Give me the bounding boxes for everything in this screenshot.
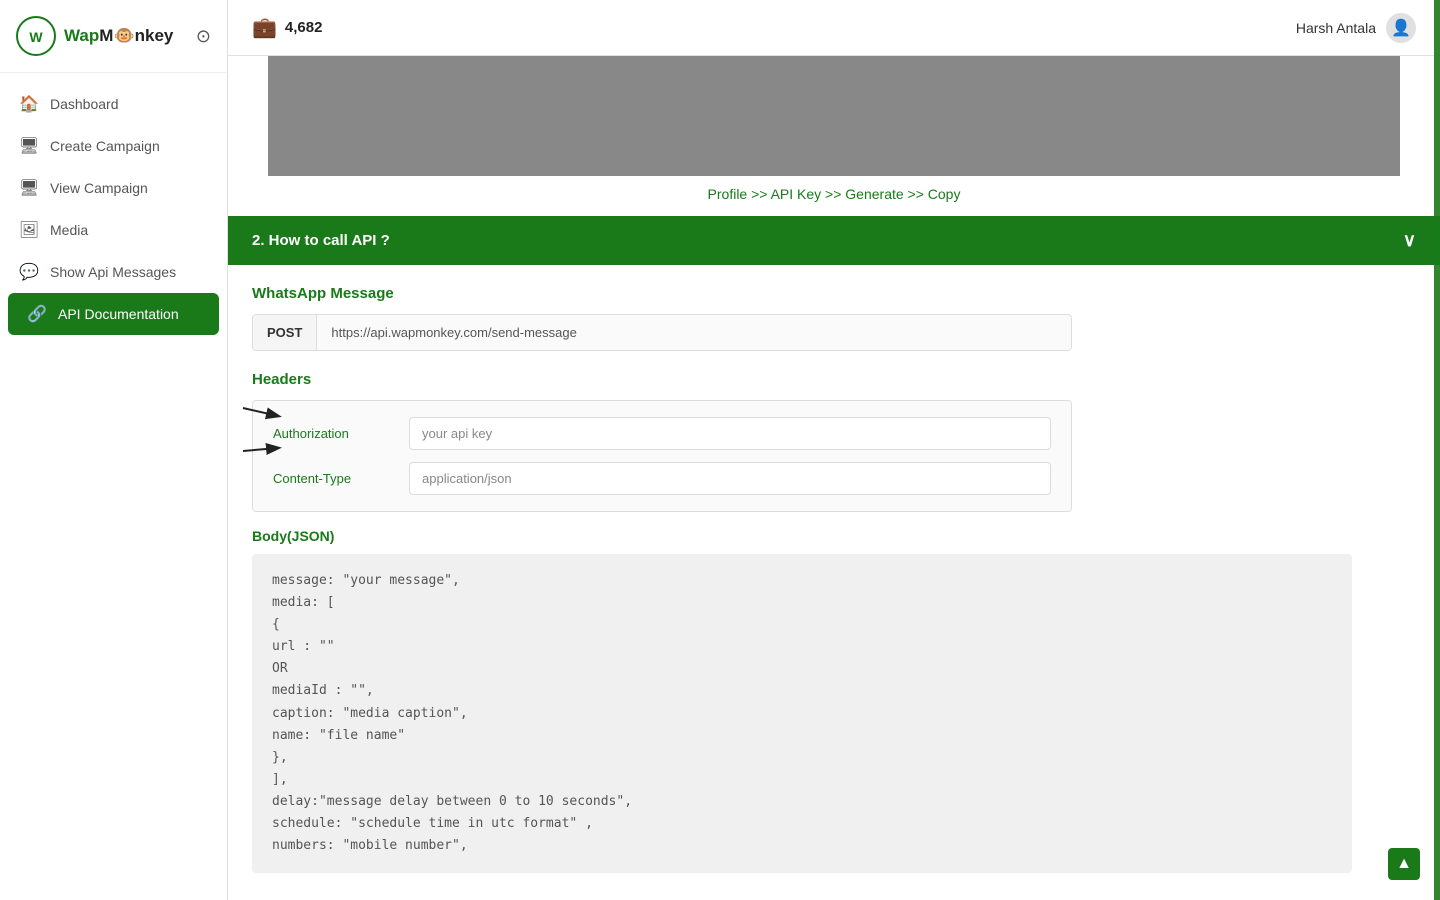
sidebar-logo: W WapM🐵nkey ⊙: [0, 0, 227, 73]
code-line: schedule: "schedule time in utc format" …: [272, 813, 1332, 835]
sidebar-item-api-documentation-label: API Documentation: [58, 306, 179, 322]
show-api-messages-icon: 💬: [20, 263, 38, 281]
headers-box: Header 1 Header 2: [252, 400, 1072, 512]
sidebar-item-media-label: Media: [50, 222, 88, 238]
code-line: ],: [272, 769, 1332, 791]
chevron-down-icon: ∨: [1403, 230, 1416, 251]
sidebar-item-view-campaign[interactable]: 🖥 View Campaign: [0, 167, 227, 209]
code-line: delay:"message delay between 0 to 10 sec…: [272, 791, 1332, 813]
code-line: numbers: "mobile number",: [272, 835, 1332, 857]
section2-header[interactable]: 2. How to call API ? ∨: [228, 216, 1440, 265]
whatsapp-message-title: WhatsApp Message: [252, 285, 1416, 302]
code-line: OR: [272, 658, 1332, 680]
sidebar-item-create-campaign-label: Create Campaign: [50, 138, 160, 154]
content-type-label: Content-Type: [273, 471, 393, 486]
banner-image: [268, 56, 1400, 176]
code-line: media: [: [272, 592, 1332, 614]
svg-text:W: W: [29, 29, 43, 45]
back-to-top-button[interactable]: ▲: [1388, 848, 1420, 880]
post-method-badge: POST: [253, 315, 317, 350]
sidebar-item-show-api-messages-label: Show Api Messages: [50, 264, 176, 280]
headers-section: Headers Header 1 Header 2: [252, 371, 1416, 512]
wallet-amount: 4,682: [285, 19, 323, 36]
sidebar-item-create-campaign[interactable]: 🖥 Create Campaign: [0, 125, 227, 167]
authorization-label: Authorization: [273, 426, 393, 441]
sidebar: W WapM🐵nkey ⊙ 🏠 Dashboard 🖥 Create Campa…: [0, 0, 228, 900]
content-type-row: Content-Type application/json: [273, 462, 1051, 495]
logo-icon: W: [16, 16, 56, 56]
wallet-icon: 💼: [252, 15, 277, 40]
create-campaign-icon: 🖥: [20, 137, 38, 155]
sidebar-item-view-campaign-label: View Campaign: [50, 180, 148, 196]
sidebar-item-dashboard[interactable]: 🏠 Dashboard: [0, 83, 227, 125]
section2-body: WhatsApp Message POST https://api.wapmon…: [228, 265, 1440, 893]
user-avatar: 👤: [1386, 13, 1416, 43]
content-type-input[interactable]: application/json: [409, 462, 1051, 495]
code-line: message: "your message",: [272, 570, 1332, 592]
api-documentation-icon: 🔗: [28, 305, 46, 323]
page-content: Profile >> API Key >> Generate >> Copy 2…: [228, 56, 1440, 900]
post-row: POST https://api.wapmonkey.com/send-mess…: [252, 314, 1072, 351]
sidebar-item-show-api-messages[interactable]: 💬 Show Api Messages: [0, 251, 227, 293]
sidebar-item-media[interactable]: 🖼 Media: [0, 209, 227, 251]
sidebar-item-dashboard-label: Dashboard: [50, 96, 119, 112]
dashboard-icon: 🏠: [20, 95, 38, 113]
code-line: mediaId : "",: [272, 680, 1332, 702]
logo-monkey: M🐵nkey: [99, 26, 173, 45]
logo-wap: Wap: [64, 26, 99, 45]
body-type: (JSON): [287, 528, 334, 544]
post-url: https://api.wapmonkey.com/send-message: [317, 315, 1071, 350]
scrollbar[interactable]: [1434, 0, 1440, 900]
user-avatar-icon: 👤: [1391, 18, 1411, 38]
main-content: 💼 4,682 Harsh Antala 👤 Profile >> API Ke…: [228, 0, 1440, 900]
wallet-info: 💼 4,682: [252, 15, 322, 40]
view-campaign-icon: 🖥: [20, 179, 38, 197]
top-bar: 💼 4,682 Harsh Antala 👤: [228, 0, 1440, 56]
body-section: Body(JSON) message: "your message",media…: [252, 528, 1416, 873]
body-label: Body: [252, 528, 287, 544]
code-line: name: "file name": [272, 725, 1332, 747]
profile-api-path: Profile >> API Key >> Generate >> Copy: [228, 176, 1440, 216]
headers-title: Headers: [252, 371, 1416, 388]
code-box: message: "your message",media: [{url : "…: [252, 554, 1352, 873]
code-line: caption: "media caption",: [272, 703, 1332, 725]
code-line: },: [272, 747, 1332, 769]
sidebar-navigation: 🏠 Dashboard 🖥 Create Campaign 🖥 View Cam…: [0, 73, 227, 345]
body-title: Body(JSON): [252, 528, 1416, 544]
user-info: Harsh Antala 👤: [1296, 13, 1416, 43]
section2-title: 2. How to call API ?: [252, 232, 390, 249]
user-name: Harsh Antala: [1296, 20, 1376, 36]
logo-text: WapM🐵nkey: [64, 26, 173, 46]
authorization-row: Authorization your api key: [273, 417, 1051, 450]
media-icon: 🖼: [20, 221, 38, 239]
code-line: {: [272, 614, 1332, 636]
code-line: url : "": [272, 636, 1332, 658]
authorization-input[interactable]: your api key: [409, 417, 1051, 450]
sidebar-item-api-documentation[interactable]: 🔗 API Documentation: [8, 293, 219, 335]
target-icon[interactable]: ⊙: [196, 26, 211, 47]
